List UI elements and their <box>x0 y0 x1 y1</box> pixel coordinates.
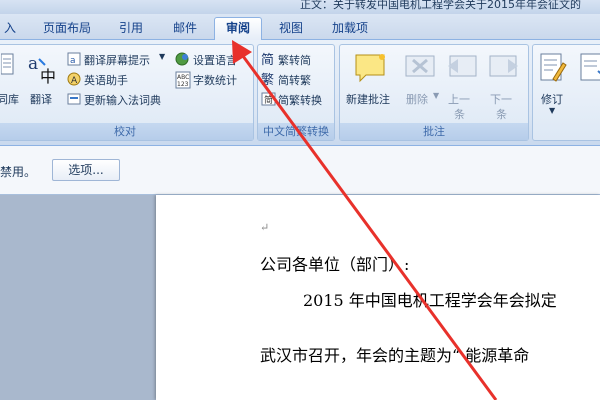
english-assistant-button[interactable]: 英语助手 <box>84 72 128 88</box>
proofing-group: 同库 a 中 翻译 a 翻译屏幕提示 ▼ A 英语助手 更新输入法词典 设置语言… <box>0 44 254 141</box>
balloons-icon[interactable] <box>579 53 600 83</box>
track-dropdown-chevron-icon[interactable]: ▼ <box>549 106 555 115</box>
delete-comment-icon[interactable] <box>404 53 436 81</box>
chevron-down-icon[interactable]: ▼ <box>159 52 165 61</box>
previous-comment-icon[interactable] <box>446 53 478 81</box>
translate-label[interactable]: 翻译 <box>30 91 52 107</box>
tab-view[interactable]: 视图 <box>266 18 316 40</box>
chinese-conversion-group: 简 繁转简 繁 简转繁 简 简繁转换 中文简繁转换 <box>257 44 335 141</box>
svg-text:简: 简 <box>264 94 273 106</box>
set-language-button[interactable]: 设置语言 <box>193 52 237 68</box>
delete-comment-button[interactable]: 删除 <box>406 91 428 107</box>
track-changes-button[interactable]: 修订 <box>541 91 563 107</box>
document-salutation: 公司各单位（部门）: <box>260 255 410 274</box>
document-line-1: 2015 年中国电机工程学会年会拟定 <box>303 291 557 310</box>
globe-language-icon <box>175 52 189 66</box>
comments-group-label: 批注 <box>340 123 528 140</box>
svg-text:a: a <box>70 56 76 66</box>
document-area: ↵ 公司各单位（部门）: 2015 年中国电机工程学会年会拟定 武汉市召开，年会… <box>0 195 600 400</box>
svg-text:123: 123 <box>177 81 189 88</box>
ribbon: 同库 a 中 翻译 a 翻译屏幕提示 ▼ A 英语助手 更新输入法词典 设置语言… <box>0 40 600 145</box>
delete-dropdown-chevron-icon[interactable]: ▼ <box>433 91 439 100</box>
word-count-button[interactable]: 字数统计 <box>193 72 237 88</box>
window-title: 正文：关于转发中国电机工程学会关于2015年年会征文的 <box>300 0 581 11</box>
options-button[interactable]: 选项... <box>52 159 120 181</box>
to-simplified-icon: 简 <box>261 52 274 67</box>
next-comment-label-2: 条 <box>496 108 507 121</box>
svg-text:ABC: ABC <box>177 74 189 81</box>
thesaurus-label[interactable]: 同库 <box>0 91 19 107</box>
tab-mailings[interactable]: 邮件 <box>160 18 210 40</box>
simplified-traditional-convert-button[interactable]: 简繁转换 <box>278 92 322 108</box>
tracking-group: 修订 ▼ <box>532 44 600 141</box>
document-page[interactable]: ↵ 公司各单位（部门）: 2015 年中国电机工程学会年会拟定 武汉市召开，年会… <box>156 195 600 400</box>
translate-screentip-button[interactable]: 翻译屏幕提示 <box>84 52 150 68</box>
chinese-conversion-group-label: 中文简繁转换 <box>258 123 334 140</box>
tab-insert[interactable]: 入 <box>0 18 20 40</box>
tab-references[interactable]: 引用 <box>106 18 156 40</box>
svg-text:A: A <box>71 76 78 86</box>
previous-comment-label-2: 条 <box>454 108 465 121</box>
tab-page-layout[interactable]: 页面布局 <box>32 18 102 40</box>
svg-text:a: a <box>28 54 38 74</box>
translate-screentip-icon: a <box>67 52 81 66</box>
info-bar: 禁用。 选项... <box>0 145 600 195</box>
next-comment-button[interactable]: 下一 <box>490 91 512 107</box>
thesaurus-icon[interactable] <box>1 53 15 75</box>
to-traditional-icon: 繁 <box>261 72 274 87</box>
to-traditional-button[interactable]: 简转繁 <box>278 72 311 88</box>
proofing-group-label: 校对 <box>0 123 253 140</box>
info-bar-message: 禁用。 <box>0 165 37 179</box>
tab-review[interactable]: 审阅 <box>214 17 262 41</box>
english-assistant-icon: A <box>67 72 81 86</box>
word-count-icon: ABC 123 <box>175 71 191 89</box>
comments-group: 新建批注 删除 ▼ 上一 条 下一 条 批注 <box>339 44 529 141</box>
translate-icon[interactable]: a 中 <box>27 53 61 85</box>
track-changes-icon[interactable] <box>539 53 567 83</box>
previous-comment-button[interactable]: 上一 <box>448 91 470 107</box>
ribbon-tab-bar: 入 页面布局 引用 邮件 审阅 视图 加载项 <box>0 14 600 41</box>
paragraph-mark: ↵ <box>260 221 270 234</box>
update-dictionary-icon <box>67 93 81 105</box>
new-comment-button[interactable]: 新建批注 <box>346 91 390 107</box>
update-ime-dictionary-button[interactable]: 更新输入法词典 <box>84 92 161 108</box>
title-bar: 正文：关于转发中国电机工程学会关于2015年年会征文的 <box>0 0 600 14</box>
jian-glyph: 简 <box>261 52 274 67</box>
fan-glyph: 繁 <box>261 72 274 87</box>
convert-icon: 简 <box>261 92 276 106</box>
new-comment-icon[interactable] <box>354 53 388 83</box>
next-comment-icon[interactable] <box>488 53 520 81</box>
svg-text:中: 中 <box>40 67 56 85</box>
to-simplified-button[interactable]: 繁转简 <box>278 52 311 68</box>
document-line-2: 武汉市召开，年会的主题为“ 能源革命 <box>260 346 530 365</box>
tab-addins[interactable]: 加载项 <box>320 18 380 40</box>
